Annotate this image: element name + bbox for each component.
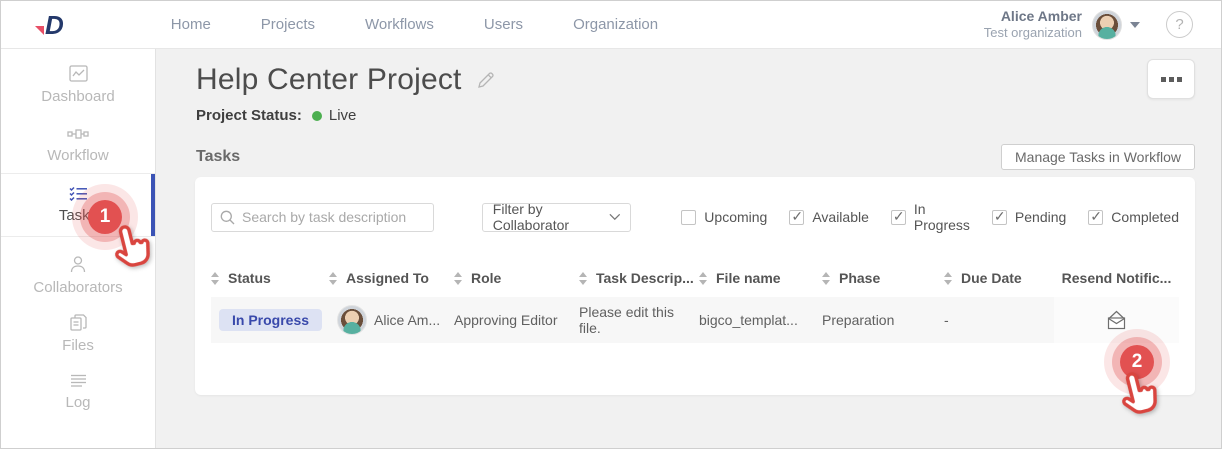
table-header-row: Status Assigned To Role Task Descri (211, 259, 1179, 297)
checkbox-icon[interactable] (1088, 210, 1103, 225)
checkbox-icon[interactable] (681, 210, 696, 225)
user-menu[interactable]: Alice Amber Test organization ? (984, 8, 1221, 42)
resend-notification-icon (1105, 310, 1128, 330)
task-phase-cell: Preparation (822, 312, 944, 328)
collaborator-filter-dropdown[interactable]: Filter by Collaborator (482, 203, 632, 232)
filter-checkbox-pending[interactable]: Pending (992, 209, 1066, 225)
workflow-icon (67, 127, 89, 141)
task-due-date-cell: - (944, 312, 1054, 328)
column-header-assigned-to[interactable]: Assigned To (329, 270, 454, 286)
task-file-name-cell: bigco_templat... (699, 312, 822, 328)
filter-checkbox-completed[interactable]: Completed (1088, 209, 1179, 225)
column-header-status[interactable]: Status (211, 270, 329, 286)
sidebar-item-label: Dashboard (41, 88, 114, 105)
nav-item-workflows[interactable]: Workflows (365, 16, 434, 33)
sort-icon[interactable] (211, 272, 219, 285)
user-info: Alice Amber Test organization (984, 8, 1082, 42)
project-status-label: Project Status: (196, 107, 302, 124)
sidebar-item-tasks-wrap: Tasks (1, 173, 155, 237)
sidebar-item-dashboard[interactable]: Dashboard (1, 57, 155, 113)
manage-tasks-button[interactable]: Manage Tasks in Workflow (1001, 144, 1195, 170)
top-bar: D Home Projects Workflows Users Organiza… (1, 1, 1221, 49)
tasks-card: Filter by Collaborator Upcoming Availabl (195, 177, 1195, 395)
task-role-cell: Approving Editor (454, 312, 579, 328)
status-filter-group: Upcoming Available In Progress Pend (681, 201, 1179, 233)
column-header-file-name[interactable]: File name (699, 270, 822, 286)
log-icon (70, 374, 87, 388)
user-organization: Test organization (984, 25, 1082, 41)
live-status-dot-icon (312, 111, 322, 121)
chevron-down-icon (609, 213, 621, 221)
sidebar-item-label: Log (65, 394, 90, 411)
search-icon (220, 210, 235, 225)
sidebar-item-collaborators[interactable]: Collaborators (1, 247, 155, 305)
filter-checkbox-in-progress[interactable]: In Progress (891, 201, 970, 233)
main-content: Help Center Project Project Status: Live… (156, 49, 1221, 449)
sidebar-item-label: Tasks (59, 207, 97, 224)
project-status-row: Project Status: Live (196, 107, 1195, 124)
column-header-phase[interactable]: Phase (822, 270, 944, 286)
tasks-icon (69, 186, 88, 201)
dashboard-icon (69, 65, 88, 82)
checkbox-icon[interactable] (891, 210, 906, 225)
nav-item-users[interactable]: Users (484, 16, 523, 33)
project-status-value: Live (329, 107, 357, 124)
edit-title-icon[interactable] (476, 71, 495, 90)
task-search-box[interactable] (211, 203, 434, 232)
user-name: Alice Amber (984, 8, 1082, 26)
table-row[interactable]: In Progress Alice Am... Approving Editor… (211, 297, 1179, 343)
task-search-input[interactable] (242, 209, 425, 225)
task-assignee-cell: Alice Am... (329, 305, 454, 335)
user-avatar[interactable] (1092, 10, 1122, 40)
sidebar: Dashboard Workflow (1, 49, 156, 449)
task-description-cell: Please edit this file. (579, 304, 699, 336)
logo-triangle-icon (35, 26, 44, 35)
nav-item-home[interactable]: Home (171, 16, 211, 33)
filter-checkbox-available[interactable]: Available (789, 209, 869, 225)
assignee-avatar (337, 305, 367, 335)
help-button[interactable]: ? (1166, 11, 1193, 38)
column-header-role[interactable]: Role (454, 270, 579, 286)
tasks-table: Status Assigned To Role Task Descri (211, 259, 1179, 343)
sort-icon[interactable] (699, 272, 707, 285)
resend-notification-button[interactable] (1105, 310, 1128, 330)
task-status-cell: In Progress (211, 309, 329, 331)
sidebar-item-files[interactable]: Files (1, 305, 155, 363)
nav-item-projects[interactable]: Projects (261, 16, 315, 33)
column-header-due-date[interactable]: Due Date (944, 270, 1054, 286)
filter-checkbox-upcoming[interactable]: Upcoming (681, 209, 767, 225)
question-mark-icon: ? (1175, 16, 1183, 33)
collaborator-filter-label: Filter by Collaborator (493, 201, 609, 233)
checkbox-icon[interactable] (992, 210, 1007, 225)
column-header-task-description[interactable]: Task Descrip... (579, 270, 699, 286)
tasks-section-title: Tasks (196, 148, 240, 166)
sidebar-item-label: Workflow (47, 147, 108, 164)
sort-icon[interactable] (454, 272, 462, 285)
more-actions-button[interactable] (1147, 59, 1195, 99)
sidebar-item-workflow[interactable]: Workflow (1, 117, 155, 173)
collaborators-icon (70, 256, 86, 273)
app-window: D Home Projects Workflows Users Organiza… (0, 0, 1222, 449)
chevron-down-icon[interactable] (1130, 22, 1140, 28)
logo-letter: D (45, 12, 63, 38)
sort-icon[interactable] (822, 272, 830, 285)
task-resend-cell (1054, 297, 1179, 343)
sort-icon[interactable] (944, 272, 952, 285)
top-navigation: Home Projects Workflows Users Organizati… (171, 16, 658, 33)
page-title: Help Center Project (196, 63, 462, 97)
status-badge: In Progress (219, 309, 322, 331)
sidebar-item-label: Files (62, 337, 94, 354)
column-header-resend-notification: Resend Notific... (1054, 270, 1179, 286)
sidebar-item-label: Collaborators (33, 279, 122, 296)
active-indicator (151, 174, 155, 236)
sidebar-item-tasks[interactable]: Tasks (1, 174, 155, 236)
nav-item-organization[interactable]: Organization (573, 16, 658, 33)
files-icon (70, 314, 87, 331)
sort-icon[interactable] (329, 272, 337, 285)
brand-logo[interactable]: D (35, 12, 63, 38)
sidebar-item-log[interactable]: Log (1, 363, 155, 421)
sort-icon[interactable] (579, 272, 587, 285)
ellipsis-icon (1161, 77, 1166, 82)
checkbox-icon[interactable] (789, 210, 804, 225)
